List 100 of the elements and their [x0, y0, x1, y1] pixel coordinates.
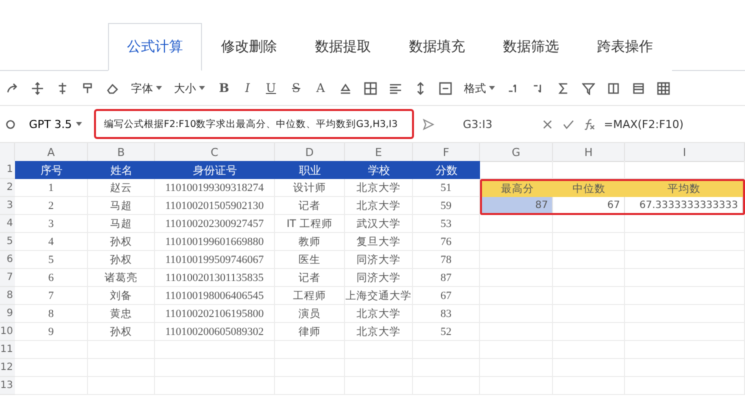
- table-cell: 同济大学: [345, 251, 413, 269]
- filter-icon[interactable]: [582, 82, 595, 94]
- result-cell[interactable]: 87: [482, 197, 553, 213]
- model-dropdown[interactable]: GPT 3.5: [25, 118, 86, 130]
- table-cell: 51: [413, 179, 480, 197]
- table-cell: 52: [413, 323, 480, 341]
- border-icon[interactable]: [364, 82, 377, 94]
- table-cell: 53: [413, 215, 480, 233]
- table-cell: 复旦大学: [345, 233, 413, 251]
- table-cell: 78: [413, 251, 480, 269]
- format-button[interactable]: B: [217, 81, 232, 95]
- table-cell: 110100201505902130: [155, 197, 275, 215]
- split-icon[interactable]: [606, 82, 620, 94]
- table-cell: 7: [15, 287, 88, 305]
- table-cell: 马超: [88, 197, 155, 215]
- table-cell: 4: [15, 233, 88, 251]
- table-cell: 110100202300927457: [155, 215, 275, 233]
- table-cell: 马超: [88, 215, 155, 233]
- fill-color-icon[interactable]: [338, 82, 352, 94]
- result-label: 最高分: [482, 181, 553, 197]
- column-header[interactable]: E: [345, 143, 413, 162]
- header-cell: 序号: [15, 161, 88, 179]
- table-cell: 黄忠: [88, 305, 155, 323]
- table-cell: 北京大学: [345, 179, 413, 197]
- result-label: 中位数: [553, 181, 625, 197]
- column-header[interactable]: H: [553, 143, 625, 162]
- move-icon[interactable]: [31, 82, 44, 94]
- table-cell: 110100199601669880: [155, 233, 275, 251]
- column-header[interactable]: B: [88, 143, 155, 162]
- row-number[interactable]: 9: [0, 305, 15, 323]
- row-number[interactable]: 5: [0, 233, 15, 251]
- redo-icon[interactable]: [6, 82, 19, 94]
- row-number[interactable]: 7: [0, 269, 15, 287]
- row-number[interactable]: 13: [0, 377, 15, 395]
- table-cell: 110100198006406545: [155, 287, 275, 305]
- table-cell: 59: [413, 197, 480, 215]
- column-header[interactable]: F: [413, 143, 480, 162]
- table-cell: 6: [15, 269, 88, 287]
- cancel-icon[interactable]: [540, 118, 554, 130]
- caret-icon: [488, 86, 495, 90]
- row-number[interactable]: 11: [0, 341, 15, 359]
- table-cell: 76: [413, 233, 480, 251]
- format-button[interactable]: S: [290, 81, 302, 95]
- column-header[interactable]: C: [155, 143, 275, 162]
- row-number[interactable]: 2: [0, 179, 15, 197]
- format-button[interactable]: U: [264, 81, 278, 95]
- settings-icon[interactable]: [4, 118, 17, 130]
- caret-icon: [76, 122, 82, 126]
- name-box[interactable]: G3:I3: [442, 118, 533, 130]
- row-number[interactable]: 3: [0, 197, 15, 215]
- column-header[interactable]: G: [480, 143, 553, 162]
- toolbar-dropdown[interactable]: 字体: [131, 80, 162, 96]
- rows-icon[interactable]: [632, 82, 645, 94]
- table-cell: 110100201301135835: [155, 269, 275, 287]
- caret-icon: [156, 86, 162, 90]
- column-header[interactable]: I: [625, 143, 745, 162]
- function-icon[interactable]: [582, 118, 596, 130]
- table-cell: 83: [413, 305, 480, 323]
- row-number[interactable]: 10: [0, 323, 15, 341]
- table-cell: 赵云: [88, 179, 155, 197]
- table-cell: 教师: [275, 233, 345, 251]
- table-cell: 87: [413, 269, 480, 287]
- format-button[interactable]: I: [243, 81, 252, 95]
- toolbar-dropdown[interactable]: 格式: [464, 80, 495, 96]
- format-button[interactable]: A: [314, 81, 327, 95]
- row-number[interactable]: 6: [0, 251, 15, 269]
- row-number[interactable]: 1: [0, 161, 15, 179]
- send-icon[interactable]: [422, 118, 435, 130]
- header-cell: 分数: [413, 161, 480, 179]
- row-number[interactable]: 4: [0, 215, 15, 233]
- align-left-icon[interactable]: [388, 82, 402, 94]
- table-cell: 110100200605089302: [155, 323, 275, 341]
- table-cell: 北京大学: [345, 305, 413, 323]
- format-painter-icon[interactable]: [81, 82, 94, 94]
- header-cell: 学校: [345, 161, 413, 179]
- table-cell: 1: [15, 179, 88, 197]
- table-cell: 诸葛亮: [88, 269, 155, 287]
- sum-icon[interactable]: [556, 82, 570, 94]
- table-cell: 律师: [275, 323, 345, 341]
- column-header[interactable]: A: [15, 143, 88, 162]
- table-icon[interactable]: [656, 82, 670, 94]
- merge-cells-icon[interactable]: [438, 82, 452, 94]
- table-cell: 记者: [275, 269, 345, 287]
- table-cell: 北京大学: [345, 197, 413, 215]
- column-header[interactable]: D: [275, 143, 345, 162]
- tab[interactable]: 公式计算: [108, 23, 202, 71]
- formula-text[interactable]: =MAX(F2:F10): [604, 118, 684, 130]
- empty-cell: [553, 215, 625, 233]
- row-number[interactable]: 8: [0, 287, 15, 305]
- result-label: 平均数: [625, 181, 743, 197]
- caret-icon: [199, 86, 205, 90]
- table-cell: 上海交通大学: [345, 287, 413, 305]
- prompt-field[interactable]: 编写公式根据F2:F10数字求出最高分、中位数、平均数到G3,H3,I3: [94, 109, 414, 139]
- table-cell: 孙权: [88, 251, 155, 269]
- row-number[interactable]: 12: [0, 359, 15, 377]
- table-cell: 北京大学: [345, 323, 413, 341]
- table-cell: 110100202106195800: [155, 305, 275, 323]
- toolbar-dropdown[interactable]: 大小: [174, 80, 205, 96]
- header-cell: 身份证号: [155, 161, 275, 179]
- confirm-icon[interactable]: [562, 118, 575, 130]
